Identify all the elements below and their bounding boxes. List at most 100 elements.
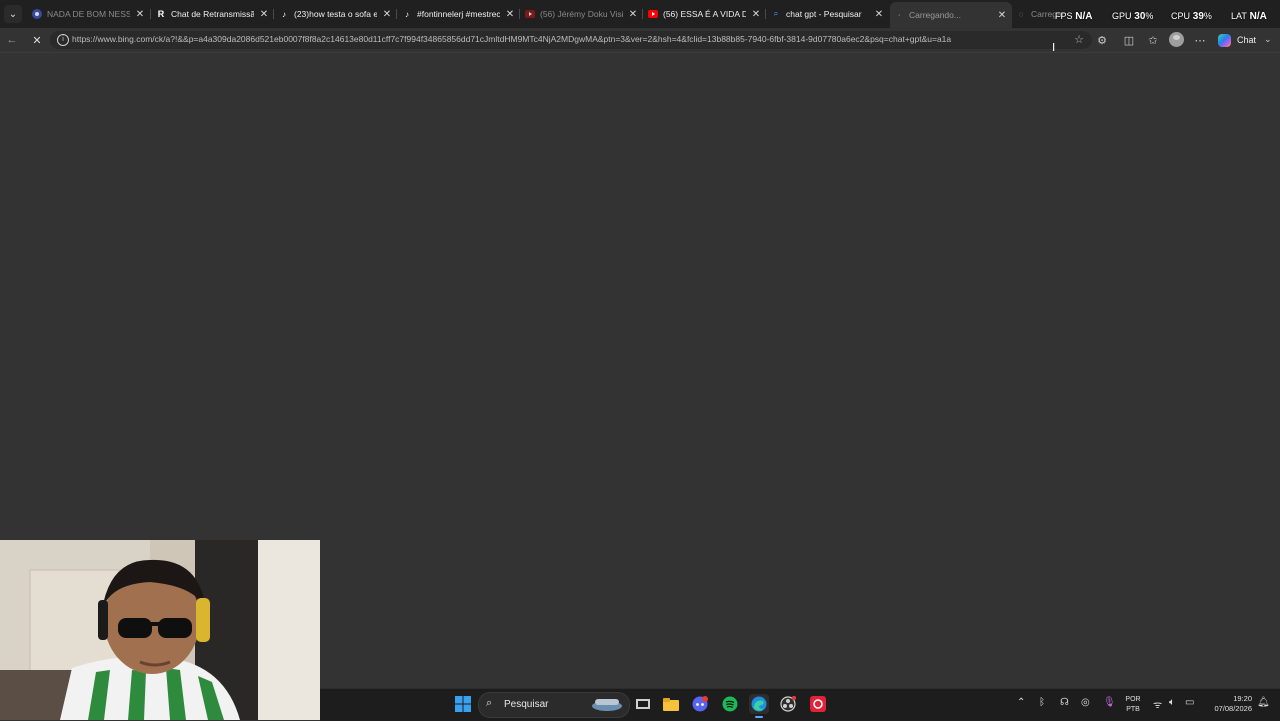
taskbar-search[interactable]: ⌕ Pesquisar [478,692,630,718]
notifications-button[interactable]: 🔔︎ [1257,697,1270,708]
language-code: POR [1125,696,1141,703]
cpu-value: 39 [1192,11,1204,22]
tab-4[interactable]: ♪ #fontinnelerj #mestrec ✕ [402,3,516,25]
obs-tray-icon: ◎ [1081,697,1090,708]
lat-value: N/A [1249,11,1267,22]
tab-title: #fontinnelerj #mestrec [417,9,500,19]
spotify-button[interactable] [720,694,740,714]
puzzle-icon: ⚙ [1097,34,1107,47]
headset-icon: ☊ [1060,697,1069,708]
star-icon[interactable]: ☆ [1074,33,1084,46]
webcam-overlay [0,540,320,720]
close-icon[interactable]: ✕ [750,9,762,20]
close-icon[interactable]: ✕ [996,10,1008,21]
microphone-icon: 🎙︎ [1103,697,1116,708]
gpu-label: GPU [1112,11,1132,21]
close-icon[interactable]: ✕ [504,9,516,20]
tab-divider [150,9,151,19]
favorites-icon: ✩ [1148,34,1158,47]
loading-icon: ᐧ [897,10,901,20]
tray-app-3[interactable]: ◎ [1081,697,1090,708]
tiktok-icon: ♪ [282,9,286,19]
tray-app-2[interactable]: ☊ [1060,697,1069,708]
close-icon[interactable]: ✕ [627,9,639,20]
task-view-icon [636,699,650,709]
clock[interactable]: 19:20 07/08/2026 [1202,694,1252,714]
search-placeholder: Pesquisar [504,699,549,710]
edge-button[interactable] [749,694,769,714]
recorder-button[interactable] [808,694,828,714]
edge-icon [751,696,767,712]
favorites-button[interactable]: ✩ [1145,32,1161,48]
search-icon: ⌕ [773,9,779,18]
clock-date: 07/08/2026 [1214,704,1252,713]
cpu-readout: CPU 39% [1171,11,1212,22]
close-icon[interactable]: ✕ [381,9,393,20]
tab-8-active[interactable]: ᐧ Carregando... ✕ [890,2,1012,28]
keyboard-layout: PTB [1126,706,1140,713]
tab-6[interactable]: (56) ESSA É A VIDA DE J ✕ [648,3,762,25]
tiktok-icon: ♪ [405,9,409,19]
tray-app-1[interactable]: ᛒ [1039,697,1045,708]
discord-button[interactable] [690,694,710,714]
address-url[interactable]: https://www.bing.com/ck/a?!&&p=a4a309da2… [72,34,1057,44]
back-button[interactable]: ← [3,31,21,49]
loading-icon: ◌ [1018,9,1024,19]
bell-icon: 🔔︎ [1257,697,1270,708]
microphone-status[interactable]: 🎙︎ [1103,697,1116,708]
copilot-chat-button[interactable]: Chat [1218,32,1256,48]
show-hidden-icons-button[interactable]: ⌃ [1017,697,1025,708]
start-button[interactable] [453,694,473,714]
wifi-icon: ᯤ [1153,700,1163,711]
tab-divider [396,9,397,19]
discord-icon [692,696,708,712]
close-icon[interactable]: ✕ [258,9,270,20]
tab-title: (23)how testa o sofa e [294,9,377,19]
arrow-left-icon: ← [6,34,18,46]
tab-title: Chat de Retransmissão [171,9,254,19]
chevron-down-icon[interactable]: ⌄ [1264,34,1272,45]
profile-avatar[interactable] [1169,32,1184,47]
active-app-indicator [755,716,763,718]
info-icon[interactable]: i [57,34,69,46]
youtube-icon [525,9,535,19]
tab-divider [642,9,643,19]
reddit-icon [32,9,42,19]
restream-icon: R [157,9,165,19]
tab-2[interactable]: R Chat de Retransmissão ✕ [156,3,270,25]
address-bar[interactable]: i https://www.bing.com/ck/a?!&&p=a4a309d… [50,31,1092,49]
gpu-value: 30 [1134,11,1146,22]
close-icon[interactable]: ✕ [134,9,146,20]
copilot-icon [1218,33,1231,47]
clock-time: 19:20 [1233,694,1252,703]
tab-title: (56) ESSA É A VIDA DE J [663,9,746,19]
split-screen-button[interactable]: ◫ [1121,32,1137,48]
extensions-button[interactable]: ⚙ [1094,32,1110,48]
page-content [0,53,1280,540]
copilot-label: Chat [1237,35,1257,45]
tab-5[interactable]: (56) Jérémy Doku Visita ✕ [525,3,639,25]
file-explorer-button[interactable] [661,694,681,714]
tab-3[interactable]: ♪ (23)how testa o sofa e ✕ [279,3,393,25]
spotify-icon [722,696,738,712]
tab-7[interactable]: ⌕ chat gpt - Pesquisar ✕ [771,3,885,25]
more-menu-button[interactable]: ⋯ [1192,32,1208,48]
input-language[interactable]: POR PTB [1120,695,1146,715]
battery-status[interactable]: ▭ [1185,697,1194,708]
stop-loading-button[interactable]: ✕ [28,31,46,49]
tab-1[interactable]: NADA DE BOM NESSA ✕ [32,3,146,25]
tab-actions-menu[interactable]: ⌄ [4,5,22,23]
close-icon[interactable]: ✕ [873,9,885,20]
fps-readout: FPS N/A [1055,11,1093,22]
gpu-readout: GPU 30% [1112,11,1153,22]
tab-title: chat gpt - Pesquisar [786,9,862,19]
volume-status[interactable]: 🔈︎ [1169,697,1175,708]
obs-button[interactable] [778,694,798,714]
task-view-button[interactable] [633,694,653,714]
search-icon: ⌕ [486,697,493,709]
fps-label: FPS [1055,11,1073,21]
obs-icon [780,696,796,712]
windows-icon [455,696,471,712]
tab-title: (56) Jérémy Doku Visita [540,9,623,19]
network-status[interactable]: ᯤ [1153,697,1162,711]
